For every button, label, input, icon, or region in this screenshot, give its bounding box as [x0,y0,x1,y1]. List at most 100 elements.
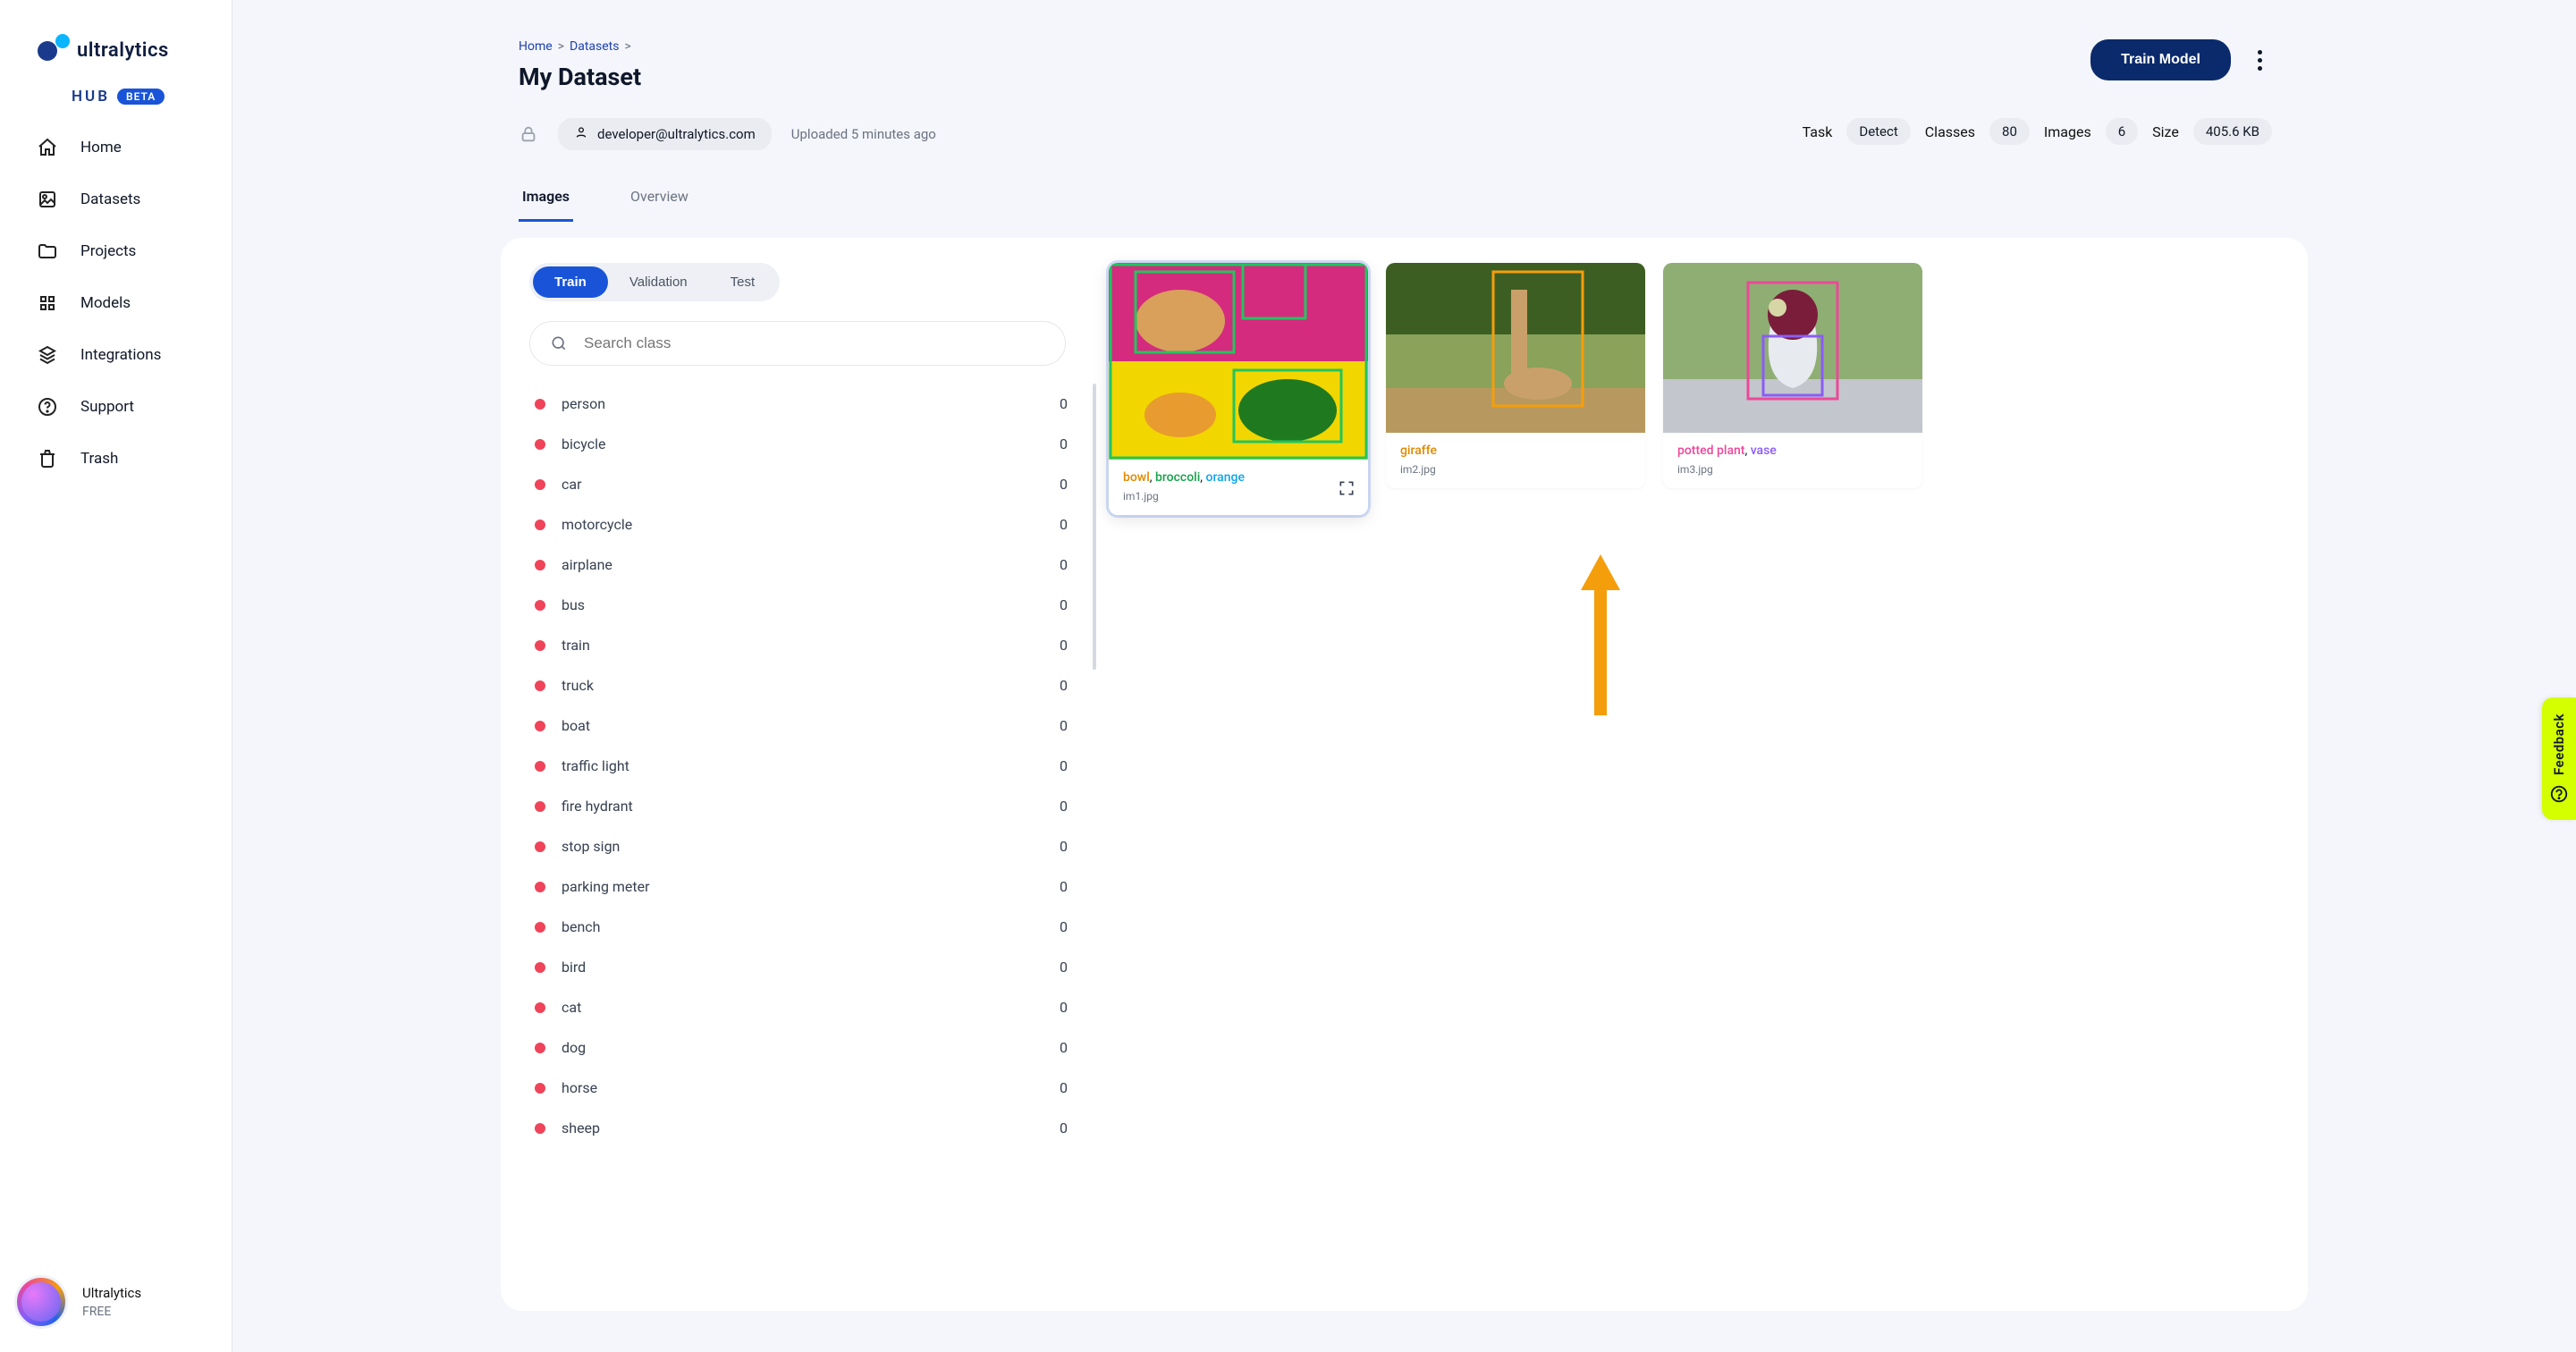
home-icon [36,136,59,159]
image-labels: potted plant, vase [1677,444,1908,458]
image-label: giraffe [1400,444,1437,458]
class-list[interactable]: person0bicycle0car0motorcycle0airplane0b… [529,384,1084,1148]
class-row[interactable]: fire hydrant0 [529,786,1084,826]
sidebar-item-label: Integrations [80,346,161,364]
class-name: traffic light [562,757,629,774]
class-row[interactable]: bus0 [529,585,1084,625]
class-row[interactable]: sheep0 [529,1108,1084,1148]
class-color-dot [535,640,545,651]
class-row[interactable]: train0 [529,625,1084,665]
class-count: 0 [1060,1079,1068,1096]
class-row[interactable]: stop sign0 [529,826,1084,866]
integrations-icon [36,343,59,367]
class-count: 0 [1060,798,1068,815]
owner-chip[interactable]: developer@ultralytics.com [558,118,772,150]
image-labels: giraffe [1400,444,1631,458]
class-name: dog [562,1039,586,1056]
more-menu-button[interactable] [2247,47,2272,72]
class-color-dot [535,801,545,812]
class-name: sheep [562,1120,600,1137]
class-count: 0 [1060,918,1068,935]
class-row[interactable]: bicycle0 [529,424,1084,464]
main: Home > Datasets > My Dataset Train Model [232,0,2576,1352]
sidebar-item-trash[interactable]: Trash [36,447,232,470]
stat-classes-label: Classes [1925,123,1975,140]
stat-images-label: Images [2044,123,2091,140]
sidebar-item-home[interactable]: Home [36,136,232,159]
sidebar-item-datasets[interactable]: Datasets [36,188,232,211]
class-search[interactable] [529,321,1066,366]
class-name: boat [562,717,590,734]
brand-logo-icon [38,34,70,66]
class-color-dot [535,1043,545,1053]
uploaded-text: Uploaded 5 minutes ago [791,126,936,142]
feedback-button[interactable]: Feedback [2542,697,2576,820]
class-row[interactable]: airplane0 [529,545,1084,585]
search-input[interactable] [584,334,1045,352]
class-row[interactable]: dog 0 [529,1027,1084,1068]
image-filename: im3.jpg [1677,463,1908,476]
train-model-button[interactable]: Train Model [2090,39,2231,80]
sidebar-item-integrations[interactable]: Integrations [36,343,232,367]
class-row[interactable]: horse0 [529,1068,1084,1108]
class-name: parking meter [562,878,650,895]
class-color-dot [535,841,545,852]
stat-size-label: Size [2152,123,2179,140]
class-row[interactable]: person 0 [529,384,1084,424]
image-card[interactable]: giraffe im2.jpg [1386,263,1645,488]
sidebar-item-label: Home [80,139,122,156]
user-name: Ultralytics [82,1285,141,1301]
class-count: 0 [1060,1039,1068,1056]
split-val-button[interactable]: Validation [608,266,709,298]
image-thumb [1386,263,1645,433]
split-train-button[interactable]: Train [533,266,608,298]
owner-email: developer@ultralytics.com [597,126,756,142]
class-row[interactable]: motorcycle0 [529,504,1084,545]
class-count: 0 [1060,476,1068,493]
class-color-dot [535,560,545,570]
sidebar-item-models[interactable]: Models [36,292,232,315]
class-row[interactable]: parking meter0 [529,866,1084,907]
beta-badge: BETA [117,89,165,105]
class-row[interactable]: bench0 [529,907,1084,947]
class-name: person [562,395,605,412]
expand-icon[interactable] [1338,479,1356,497]
class-count: 0 [1060,395,1068,412]
image-card[interactable]: potted plant, vase im3.jpg [1663,263,1922,488]
lock-icon [519,124,538,144]
crumb-home[interactable]: Home [519,39,553,54]
feedback-icon [2549,784,2569,804]
class-name: bicycle [562,435,605,452]
class-name: train [562,637,590,654]
tab-overview[interactable]: Overview [627,177,692,222]
page-title: My Dataset [519,63,641,91]
stat-classes-value: 80 [1989,118,2030,145]
split-test-button[interactable]: Test [709,266,777,298]
class-row[interactable]: boat0 [529,706,1084,746]
class-color-dot [535,600,545,611]
dataset-stats: Task Detect Classes 80 Images 6 Size 405… [1803,118,2272,145]
class-color-dot [535,1083,545,1094]
sidebar-item-support[interactable]: Support [36,395,232,418]
projects-icon [36,240,59,263]
person-icon [574,125,588,143]
page-tabs: Images Overview [519,177,2272,222]
brand-hub-label: HUB [72,88,110,106]
class-row[interactable]: truck0 [529,665,1084,706]
class-row[interactable]: traffic light0 [529,746,1084,786]
tab-images[interactable]: Images [519,177,573,222]
class-row[interactable]: cat0 [529,987,1084,1027]
crumb-sep: > [624,39,630,54]
stat-task-label: Task [1803,123,1833,140]
sidebar-item-projects[interactable]: Projects [36,240,232,263]
class-color-dot [535,520,545,530]
class-row[interactable]: car0 [529,464,1084,504]
class-row[interactable]: bird0 [529,947,1084,987]
image-filename: im2.jpg [1400,463,1631,476]
user-block[interactable]: Ultralytics FREE [14,1275,141,1329]
class-color-dot [535,680,545,691]
class-color-dot [535,882,545,892]
image-card[interactable]: bowl, broccoli, orange im1.jpg [1109,263,1368,515]
crumb-datasets[interactable]: Datasets [570,39,619,54]
class-name: cat [562,999,581,1016]
